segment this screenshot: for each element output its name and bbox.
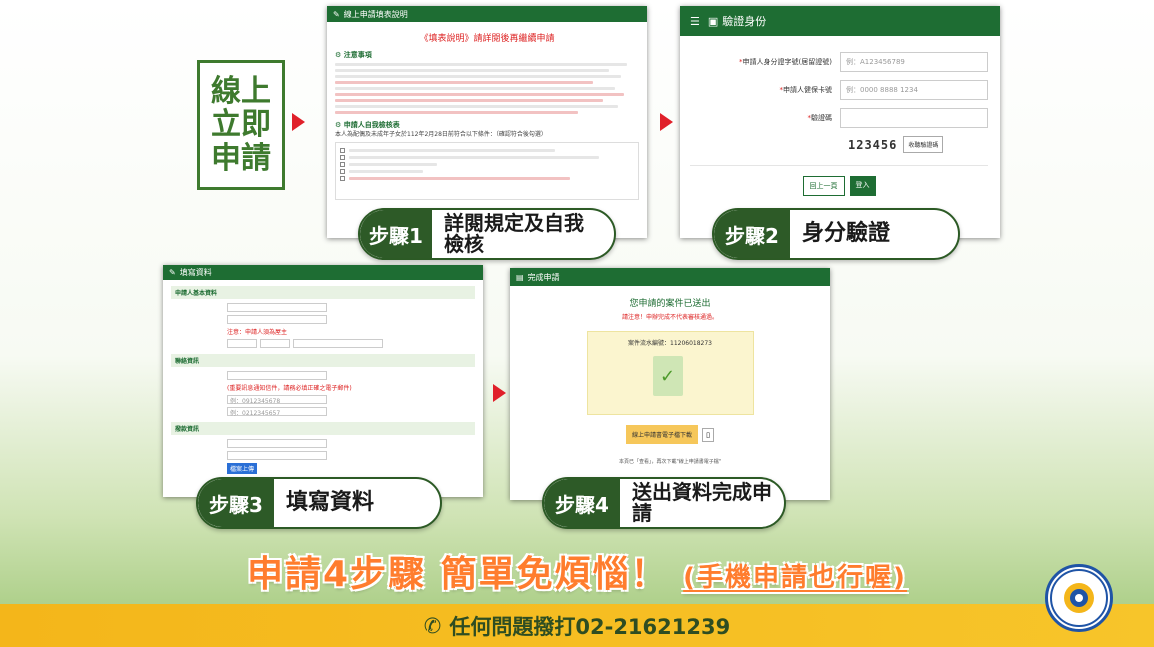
gear-icon: ⚙ [335, 121, 342, 129]
tel-input[interactable]: 例：0212345657 [227, 407, 327, 417]
document-check-icon: ✓ [652, 356, 683, 396]
step-1-badge: 步驟1 詳閱規定及自我檢核 [358, 208, 616, 260]
card-number-input[interactable]: 例：0000 8888 1234 [840, 80, 988, 100]
download-button[interactable]: 線上申請書電子檔下載 [625, 425, 698, 444]
step-3-badge: 步驟3 填寫資料 [196, 477, 442, 529]
bank-input[interactable] [227, 439, 327, 448]
id-number-input[interactable]: 例：A123456789 [840, 52, 988, 72]
panel-header: ✎ 線上申請填表說明 [327, 6, 647, 22]
gear-icon: ⚙ [335, 51, 342, 59]
checkbox[interactable] [340, 155, 345, 160]
slogan: 申請4步驟 簡單免煩惱！ (手機申請也行喔) [0, 545, 1154, 597]
step-label: 填寫資料 [286, 490, 375, 516]
panel-instructions: ✎ 線上申請填表說明 《填表說明》請詳閱後再繼續申請 ⚙ 注意事項 ⚙ 申請人自… [327, 6, 647, 238]
section-checklist: ⚙ 申請人自我檢核表 [335, 121, 400, 129]
checkbox[interactable] [340, 148, 345, 153]
login-button[interactable]: 登入 [849, 176, 876, 196]
panel-fill-form: ✎ 填寫資料 申請人基本資料 注意：申請人須為屋主 聯絡資訊 (重要訊息通知信件… [163, 265, 483, 497]
step-number: 步驟2 [714, 210, 790, 258]
menu-icon[interactable]: ☰ [690, 15, 700, 28]
city-select[interactable] [227, 339, 257, 348]
done-message: 您申請的案件已送出 [629, 299, 711, 309]
id-card-icon: ▣ [707, 14, 719, 28]
step-2-badge: 步驟2 身分驗證 [712, 208, 960, 260]
panel-header: ▤ 完成申請 [510, 268, 830, 286]
district-select[interactable] [260, 339, 290, 348]
panel-header: ☰ ▣ 驗證身份 [680, 6, 1000, 36]
applicant-name-input[interactable] [227, 315, 327, 324]
section-applicant: 申請人基本資料 [171, 286, 475, 299]
label-card-number: *申請人健保卡號 [779, 86, 833, 94]
complete-footnote: 本頁已「查看」，再次下載"線上申請書電子檔" [618, 459, 722, 465]
checkbox[interactable] [340, 176, 345, 181]
arrow-icon [292, 113, 305, 131]
panel-header: ✎ 填寫資料 [163, 265, 483, 280]
captcha-audio-button[interactable]: 收聽驗證碼 [903, 136, 944, 153]
title-line-1: 線上 [211, 73, 271, 109]
section-notes: ⚙ 注意事項 [335, 51, 372, 59]
step-label: 身分驗證 [802, 221, 891, 247]
ministry-seal-logo [1045, 564, 1113, 632]
section-contact: 聯絡資訊 [171, 354, 475, 367]
email-hint: (重要訊息通知信件，請務必填正確之電子郵件) [227, 385, 352, 392]
step-number: 步驟4 [544, 479, 620, 527]
instructions-heading: 《填表說明》請詳閱後再繼續申請 [419, 34, 555, 44]
back-button[interactable]: 回上一頁 [802, 176, 845, 196]
case-card: 案件流水編號：11206018273 ✓ [586, 331, 754, 415]
footer-phone: 任何問題撥打02-21621239 [449, 614, 731, 639]
panel-verify: ☰ ▣ 驗證身份 *申請人身分證字號(居留證號) 例：A123456789 *申… [680, 6, 1000, 238]
checklist-box [335, 142, 639, 200]
mobile-input[interactable]: 例：0912345678 [227, 395, 327, 405]
pdf-icon[interactable]: ▯ [702, 427, 714, 442]
slogan-sub: (手機申請也行喔) [683, 563, 907, 593]
step-number: 步驟3 [198, 479, 274, 527]
checkbox[interactable] [340, 162, 345, 167]
account-input[interactable] [227, 451, 327, 460]
phone-icon: ✆ [423, 613, 442, 638]
upload-button[interactable]: 檔案上傳 [227, 463, 258, 474]
captcha-input[interactable] [840, 108, 988, 128]
done-notice: 請注意！申辦完成不代表審核通過。 [621, 314, 718, 321]
footer-bar: ✆ 任何問題撥打02-21621239 [0, 604, 1154, 647]
page-title: 線上 立即 申請 [197, 60, 285, 190]
arrow-icon [493, 384, 506, 402]
section-payment: 撥款資訊 [171, 422, 475, 435]
step-number: 步驟1 [360, 210, 432, 258]
step-label: 詳閱規定及自我檢核 [444, 211, 584, 256]
pencil-icon: ✎ [333, 9, 340, 19]
captcha-image: 123456 [848, 137, 898, 152]
label-id-number: *申請人身分證字號(居留證號) [739, 58, 832, 66]
step-4-badge: 步驟4 送出資料完成申請 [542, 477, 786, 529]
panel-complete: ▤ 完成申請 您申請的案件已送出 請注意！申辦完成不代表審核通過。 案件流水編號… [510, 268, 830, 500]
name-hint: 注意：申請人須為屋主 [227, 329, 288, 336]
step-label: 送出資料完成申請 [632, 480, 772, 525]
document-icon: ▤ [516, 272, 524, 282]
pencil-icon: ✎ [169, 268, 176, 277]
email-input[interactable] [227, 371, 327, 380]
address-input[interactable] [293, 339, 383, 348]
checklist-intro: 本人為配偶及未成年子女於112年2月28日前符合以下條件：（確認符合後勾選） [335, 131, 547, 138]
arrow-icon [660, 113, 673, 131]
applicant-id-input[interactable] [227, 303, 327, 312]
slogan-main: 申請4步驟 簡單免煩惱！ [247, 554, 669, 595]
title-line-3: 申請 [211, 140, 271, 176]
title-line-2: 立即 [211, 107, 271, 143]
seal-emblem-icon [1050, 569, 1108, 627]
checkbox[interactable] [340, 169, 345, 174]
label-captcha: *驗證碼 [807, 114, 833, 122]
case-number: 案件流水編號：11206018273 [628, 340, 712, 347]
